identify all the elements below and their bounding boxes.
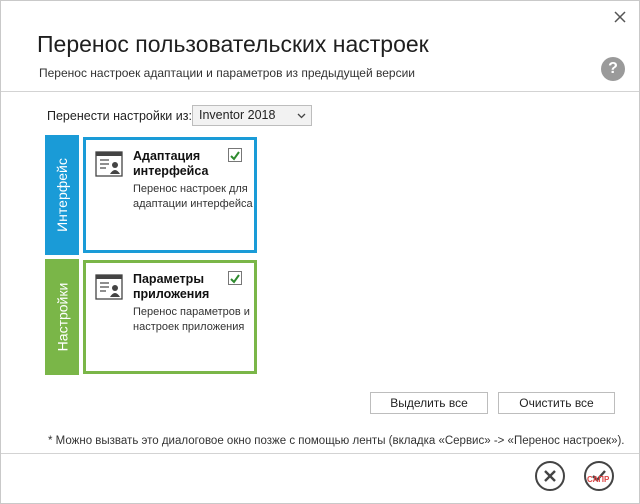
tab-interface[interactable]: Интерфейс — [45, 135, 79, 255]
header-divider — [1, 91, 639, 92]
help-icon[interactable]: ? — [601, 57, 625, 81]
tab-settings[interactable]: Настройки — [45, 259, 79, 375]
card-title: Адаптация интерфейса — [133, 149, 209, 178]
checkmark-icon — [230, 274, 240, 284]
card-interface-customization[interactable]: Адаптация интерфейса Перенос настроек дл… — [83, 137, 257, 253]
card-checkbox[interactable] — [228, 271, 242, 285]
dialog-title: Перенос пользовательских настроек — [37, 31, 429, 57]
settings-migration-dialog: Перенос пользовательских настроек Перено… — [0, 0, 640, 504]
source-version-select[interactable]: Inventor 2018 — [192, 105, 312, 126]
card-title: Параметры приложения — [133, 272, 210, 301]
card-checkbox[interactable] — [228, 148, 242, 162]
watermark-logo: САПР — [587, 475, 610, 484]
tab-interface-label: Интерфейс — [54, 158, 70, 232]
user-profile-icon — [95, 274, 123, 300]
card-application-options[interactable]: Параметры приложения Перенос параметров … — [83, 260, 257, 374]
select-all-button[interactable]: Выделить все — [370, 392, 488, 414]
cancel-button[interactable] — [535, 461, 565, 491]
card-description: Перенос настроек для адаптации интерфейс… — [133, 183, 253, 210]
source-version-label: Перенести настройки из: — [47, 109, 192, 123]
card-description: Перенос параметров и настроек приложения — [133, 306, 250, 333]
footer-divider — [1, 453, 639, 454]
dialog-subtitle: Перенос настроек адаптации и параметров … — [39, 66, 416, 80]
close-button[interactable] — [611, 9, 629, 27]
tab-settings-label: Настройки — [54, 282, 70, 352]
clear-all-button[interactable]: Очистить все — [498, 392, 615, 414]
footnote: * Можно вызвать это диалоговое окно позж… — [48, 435, 625, 447]
user-profile-icon — [95, 151, 123, 177]
close-icon — [544, 470, 556, 482]
checkmark-icon — [230, 151, 240, 161]
close-icon — [614, 11, 626, 23]
source-version-value: Inventor 2018 — [199, 108, 276, 122]
chevron-down-icon — [297, 106, 306, 132]
